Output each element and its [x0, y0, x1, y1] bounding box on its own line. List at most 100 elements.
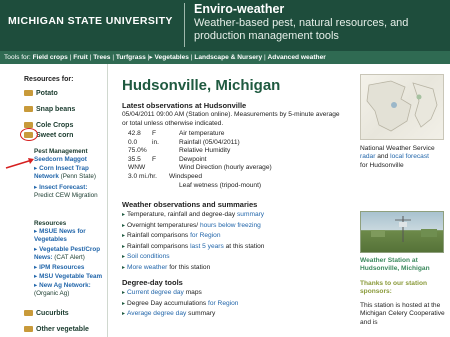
- obs-label: Windspeed: [169, 172, 202, 180]
- link-insect-forecast[interactable]: Insect Forecast: Predict CEW Migration: [34, 184, 106, 200]
- resources-title: Resources: [34, 220, 106, 228]
- sidebar-item-label: Cole Crops: [36, 122, 74, 129]
- item-link[interactable]: summary: [237, 211, 264, 218]
- list-item[interactable]: Temperature, rainfall and degree-day sum…: [122, 210, 264, 221]
- site-header: MICHIGAN STATE UNIVERSITY Enviro-weather…: [0, 0, 450, 51]
- observation-row: 35.5 F Dewpoint: [128, 156, 272, 165]
- app-title[interactable]: Enviro-weather: [194, 2, 284, 16]
- folder-icon: [24, 310, 33, 317]
- obs-value: [128, 182, 179, 191]
- obs-label: Rainfall (05/04/2011): [179, 138, 240, 146]
- tools-prefix: Tools for:: [4, 54, 31, 61]
- highlight-circle: [20, 128, 38, 141]
- obs-unit: in.: [152, 138, 159, 146]
- caption-line: for Hudsonville: [360, 161, 404, 169]
- item-text: Rainfall comparisons: [127, 242, 189, 250]
- list-item[interactable]: Current degree day maps: [122, 288, 238, 299]
- list-item[interactable]: Overnight temperatures/ hours below free…: [122, 221, 264, 232]
- latest-observations-text: 05/04/2011 09:00 AM (Station online). Me…: [122, 111, 340, 127]
- link-suffix: (Penn State): [60, 173, 96, 180]
- header-divider: [184, 3, 185, 47]
- sidebar-item-potato[interactable]: Potato: [24, 90, 58, 97]
- folder-icon: [24, 106, 33, 113]
- tools-item-turfgrass[interactable]: Turfgrass: [116, 54, 146, 61]
- link-suffix: (CAT Alert): [54, 254, 85, 261]
- link-msue-news[interactable]: MSUE News for Vegetables: [34, 228, 106, 244]
- tools-item-vegetables[interactable]: Vegetables: [155, 54, 189, 61]
- item-tail: summary: [188, 310, 216, 318]
- link-label: MSU Vegetable Team: [39, 273, 103, 280]
- item-text: Temperature, rainfall and degree-day: [127, 211, 236, 218]
- tools-item-field-crops[interactable]: Field crops: [33, 54, 68, 61]
- item-text: Rainfall comparisons: [127, 232, 189, 240]
- link-vegetable-pest-news[interactable]: Vegetable Pest/Crop News: (CAT Alert): [34, 246, 106, 262]
- list-item[interactable]: Rainfall comparisons for Region: [122, 231, 264, 242]
- tools-item-landscape[interactable]: Landscape & Nursery: [194, 54, 262, 61]
- obs-value: 3.0 mi./hr.: [128, 172, 157, 180]
- link-msu-vegetable-team[interactable]: MSU Vegetable Team: [34, 273, 106, 281]
- link-label: IPM Resources: [39, 264, 85, 271]
- summaries-list: Temperature, rainfall and degree-day sum…: [122, 210, 264, 274]
- local-forecast-link[interactable]: local forecast: [390, 153, 429, 160]
- link-label: Insect Forecast:: [39, 184, 88, 191]
- list-item[interactable]: Soil conditions: [122, 252, 264, 263]
- link-new-ag-network[interactable]: New Ag Network: (Organic Ag): [34, 282, 106, 298]
- station-caption[interactable]: Weather Station at Hudsonville, Michigan: [360, 257, 450, 274]
- observation-row: 75.0% Relative Humidity: [128, 147, 272, 156]
- degree-day-list: Current degree day maps Degree Day accum…: [122, 288, 238, 320]
- observation-row: WNW Wind Direction (hourly average): [128, 164, 272, 173]
- degree-day-title: Degree-day tools: [122, 278, 183, 287]
- list-item[interactable]: Degree Day accumulations for Region: [122, 299, 238, 310]
- caption-line: National Weather Service: [360, 145, 435, 152]
- sidebar-item-label: Snap beans: [36, 106, 76, 113]
- list-item[interactable]: More weather for this station: [122, 263, 264, 274]
- item-tail: for this station: [169, 263, 211, 271]
- link-seedcorn-maggot[interactable]: Seedcorn Maggot: [34, 156, 106, 164]
- sidebar-item-label: Sweet corn: [36, 132, 74, 139]
- sidebar-item-label: Other vegetable: [36, 326, 89, 333]
- right-column: National Weather Service radar and local…: [352, 64, 450, 337]
- caption-line: radar and local forecast: [360, 153, 450, 161]
- item-link[interactable]: Average degree day: [127, 310, 186, 317]
- item-link[interactable]: for Region: [208, 300, 238, 307]
- arrow-icon: [5, 158, 34, 169]
- map-caption: National Weather Service radar and local…: [360, 145, 450, 170]
- observation-row: Leaf wetness (tripod-mount): [128, 182, 272, 191]
- item-text: Degree Day accumulations: [127, 299, 207, 307]
- nws-radar-map[interactable]: [360, 74, 444, 140]
- sidebar-item-cucurbits[interactable]: Cucurbits: [24, 310, 69, 317]
- obs-label: Dewpoint: [179, 155, 207, 163]
- link-label: MSUE News for Vegetables: [34, 228, 86, 243]
- sidebar-item-snap-beans[interactable]: Snap beans: [24, 106, 75, 113]
- folder-icon: [24, 90, 33, 97]
- tools-sep: |▸: [147, 54, 155, 61]
- obs-unit: F: [152, 130, 157, 137]
- tools-bar: Tools for: Field crops | Fruit | Trees |…: [0, 51, 450, 64]
- observation-row: 3.0 mi./hr. Windspeed: [128, 173, 272, 182]
- sidebar-item-other-vegetable[interactable]: Other vegetable: [24, 326, 89, 333]
- link-label: New Ag Network:: [39, 282, 91, 289]
- item-link[interactable]: last 5 years: [190, 243, 224, 250]
- link-suffix: Predict CEW Migration: [34, 192, 98, 199]
- link-corn-insect-trap[interactable]: Corn Insect Trap Network (Penn State): [34, 165, 106, 181]
- item-link[interactable]: Soil conditions: [127, 253, 170, 260]
- observation-row: 0.0 in. Rainfall (05/04/2011): [128, 139, 272, 148]
- item-link[interactable]: Current degree day: [127, 289, 184, 296]
- item-link[interactable]: More weather: [127, 264, 167, 271]
- station-photo-icon: [371, 216, 437, 242]
- radar-link[interactable]: radar: [360, 153, 375, 160]
- observations-table: 42.8 F Air temperature 0.0 in. Rainfall (05/…: [128, 130, 272, 190]
- link-ipm-resources[interactable]: IPM Resources: [34, 264, 106, 272]
- list-item[interactable]: Rainfall comparisons last 5 years at thi…: [122, 242, 264, 253]
- item-link[interactable]: hours below freezing: [200, 222, 261, 229]
- tools-item-advanced-weather[interactable]: Advanced weather: [268, 54, 326, 61]
- sidebar: Resources for: Potato Snap beans Cole Cr…: [0, 64, 108, 337]
- tools-item-fruit[interactable]: Fruit: [73, 54, 88, 61]
- list-item[interactable]: Average degree day summary: [122, 309, 238, 320]
- map-icon: [366, 80, 438, 132]
- tools-item-trees[interactable]: Trees: [93, 54, 110, 61]
- university-name[interactable]: MICHIGAN STATE UNIVERSITY: [8, 15, 173, 27]
- item-link[interactable]: for Region: [190, 232, 220, 239]
- obs-value: WNW: [128, 164, 146, 172]
- latest-observations-title: Latest observations at Hudsonville: [122, 101, 247, 110]
